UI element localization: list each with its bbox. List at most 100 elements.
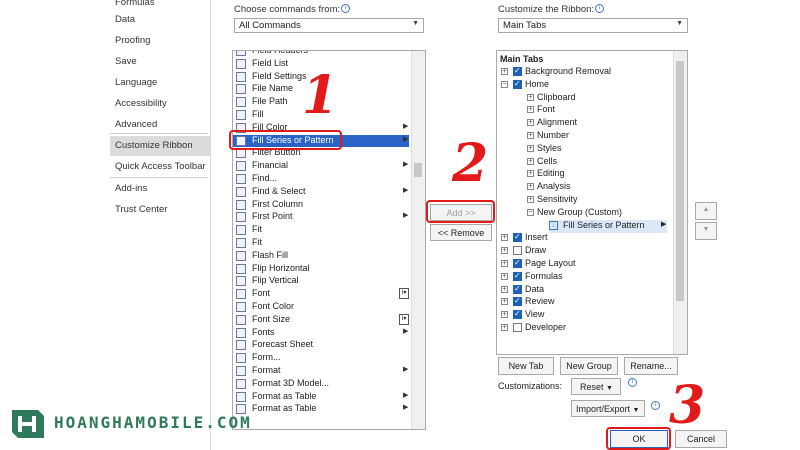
command-item[interactable]: First Point ▶ xyxy=(233,211,409,224)
command-item[interactable]: Forecast Sheet xyxy=(233,339,409,352)
command-item[interactable]: Format as Table ▶ xyxy=(233,403,409,416)
nav-item-customize-ribbon[interactable]: Customize Ribbon xyxy=(115,140,193,151)
tree-item[interactable]: ↓ ▶ Fill Series or Pattern xyxy=(549,219,667,233)
expand-icon[interactable]: + xyxy=(501,234,508,242)
highlight-box-add xyxy=(426,200,495,223)
new-tab-button[interactable]: New Tab xyxy=(498,357,554,375)
command-item[interactable]: Format ▶ xyxy=(233,365,409,378)
command-label: Fill xyxy=(252,109,264,119)
expand-icon[interactable]: + xyxy=(501,272,508,280)
command-item[interactable]: Fit xyxy=(233,237,409,250)
collapse-icon[interactable]: − xyxy=(527,208,534,216)
expand-icon[interactable]: + xyxy=(501,247,508,255)
command-icon xyxy=(236,302,246,312)
tab-checkbox[interactable] xyxy=(513,79,522,89)
nav-item-trust-center[interactable]: Trust Center xyxy=(115,204,167,215)
tab-checkbox[interactable] xyxy=(513,296,522,307)
scrollbar-thumb[interactable] xyxy=(676,61,684,301)
expand-icon[interactable]: + xyxy=(527,196,534,203)
expand-icon[interactable]: + xyxy=(501,260,508,267)
command-icon xyxy=(236,199,246,210)
command-label: Fit xyxy=(252,224,262,235)
command-item[interactable]: Financial ▶ xyxy=(233,160,409,173)
command-item[interactable]: Font Size I▾ xyxy=(233,313,409,327)
collapse-icon[interactable]: − xyxy=(501,80,508,88)
info-icon: i xyxy=(595,4,605,13)
nav-item-accessibility[interactable]: Accessibility xyxy=(115,98,167,109)
command-icon xyxy=(236,314,246,325)
tab-checkbox[interactable] xyxy=(513,232,522,243)
expand-icon[interactable]: + xyxy=(527,170,534,178)
command-icon xyxy=(236,238,246,248)
nav-item-advanced[interactable]: Advanced xyxy=(115,119,157,130)
expand-icon[interactable]: + xyxy=(527,183,534,191)
move-up-button[interactable]: ▲ xyxy=(695,202,717,220)
ribbon-tabs-tree[interactable]: Main Tabs +Background Removal−Home+Clipb… xyxy=(496,50,688,355)
command-icon xyxy=(236,186,246,197)
submenu-arrow-icon: ▶ xyxy=(403,135,409,143)
expand-icon[interactable]: + xyxy=(527,132,534,139)
customize-ribbon-dropdown[interactable]: Main Tabs ▼ xyxy=(498,18,688,33)
expand-icon[interactable]: + xyxy=(527,157,534,165)
tree-item-label: Formulas xyxy=(525,270,563,281)
tree-item-label: Draw xyxy=(525,245,547,256)
expand-icon[interactable]: + xyxy=(527,106,534,114)
remove-button[interactable]: << Remove xyxy=(430,224,492,241)
expand-icon[interactable]: + xyxy=(501,68,508,75)
expand-icon[interactable]: + xyxy=(527,144,534,152)
tab-checkbox[interactable] xyxy=(513,66,522,76)
nav-item-save[interactable]: Save xyxy=(115,56,137,67)
nav-item-proofing[interactable]: Proofing xyxy=(115,35,150,46)
import-export-button[interactable]: Import/Export ▼ xyxy=(571,400,645,417)
tree-scrollbar[interactable] xyxy=(673,51,687,354)
tab-checkbox[interactable] xyxy=(513,271,522,281)
tab-checkbox[interactable] xyxy=(513,284,522,294)
command-item[interactable]: Find... xyxy=(233,173,409,186)
submenu-arrow-icon: ▶ xyxy=(403,366,409,373)
new-group-button[interactable]: New Group xyxy=(560,357,618,375)
commands-scrollbar[interactable] xyxy=(411,51,425,429)
command-icon xyxy=(236,84,246,95)
tree-item-label: Review xyxy=(525,296,555,307)
expand-icon[interactable]: + xyxy=(501,298,508,306)
tree-item-label: Font xyxy=(537,104,556,115)
command-item[interactable]: Field Headers xyxy=(233,51,409,58)
expand-icon[interactable]: + xyxy=(501,324,508,331)
command-item[interactable]: Flip Horizontal xyxy=(233,263,409,276)
nav-item-add-ins[interactable]: Add-ins xyxy=(115,183,147,194)
command-item[interactable]: Font Color xyxy=(233,301,409,314)
command-item[interactable]: Flash Fill xyxy=(233,250,409,263)
tab-checkbox[interactable] xyxy=(513,258,522,268)
command-item[interactable]: Font I▾ xyxy=(233,288,409,301)
choose-commands-dropdown[interactable]: All Commands ▼ xyxy=(234,18,424,33)
tab-checkbox[interactable] xyxy=(513,246,522,256)
command-icon xyxy=(236,97,246,108)
command-item[interactable]: Fonts ▶ xyxy=(233,327,409,340)
reset-button[interactable]: Reset ▼ xyxy=(571,378,621,395)
command-item[interactable]: Flip Vertical xyxy=(233,275,409,288)
command-item[interactable]: First Column xyxy=(233,199,409,212)
nav-item-language[interactable]: Language xyxy=(115,77,157,88)
command-item[interactable]: Format 3D Model... xyxy=(233,378,409,391)
expand-icon[interactable]: + xyxy=(501,285,508,293)
nav-item-data[interactable]: Data xyxy=(115,14,135,25)
choose-commands-label: Choose commands from: i xyxy=(234,4,351,15)
command-item[interactable]: Format as Table ▶ xyxy=(233,391,409,404)
submenu-arrow-icon: ▶ xyxy=(403,212,409,220)
nav-item-quick-access-toolbar[interactable]: Quick Access Toolbar xyxy=(115,161,206,172)
command-label: Forecast Sheet xyxy=(252,339,314,350)
rename-button[interactable]: Rename... xyxy=(624,357,678,375)
expand-icon[interactable]: + xyxy=(527,119,534,127)
tab-checkbox[interactable] xyxy=(513,323,522,332)
nav-item-formulas[interactable]: Formulas xyxy=(115,0,155,8)
command-item[interactable]: Fit xyxy=(233,224,409,237)
move-down-button[interactable]: ▼ xyxy=(695,222,717,240)
command-item[interactable]: Find & Select ▶ xyxy=(233,186,409,199)
scrollbar-thumb[interactable] xyxy=(414,163,422,177)
command-item[interactable]: Form... xyxy=(233,352,409,365)
command-label: First Column xyxy=(252,198,304,209)
expand-icon[interactable]: + xyxy=(501,311,508,319)
expand-icon[interactable]: + xyxy=(527,93,534,101)
chevron-down-icon: ▼ xyxy=(412,20,419,27)
tab-checkbox[interactable] xyxy=(513,309,522,320)
